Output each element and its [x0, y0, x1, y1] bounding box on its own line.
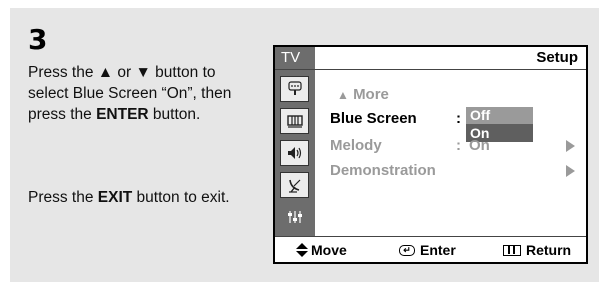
instruction-select: Press the ▲ or ▼ button to select Blue S… — [28, 62, 258, 125]
instruction-text: Press the — [28, 64, 98, 81]
setup-icon[interactable] — [280, 204, 309, 230]
menu-item-blue-screen[interactable]: Blue Screen — [330, 110, 417, 128]
chevron-right-icon — [566, 140, 575, 152]
melody-value: On — [469, 137, 490, 154]
step-number: 3 — [28, 23, 48, 56]
picture-icon[interactable] — [280, 108, 309, 134]
channel-icon[interactable] — [280, 172, 309, 198]
move-updown-icon — [296, 243, 308, 257]
menu-colon: : — [456, 137, 461, 154]
dropdown-option-off[interactable]: Off — [466, 107, 533, 124]
input-icon[interactable] — [280, 76, 309, 102]
sound-icon[interactable] — [280, 140, 309, 166]
instruction-text: button. — [148, 106, 201, 123]
footer-enter: ↵ Enter — [399, 237, 456, 263]
up-arrow-icon: ▲ — [337, 88, 349, 102]
osd-footer: Move ↵ Enter Return — [275, 236, 586, 263]
instruction-text: or — [113, 64, 136, 81]
up-arrow-icon: ▲ — [97, 64, 114, 81]
instruction-exit: Press the EXIT button to exit. — [28, 187, 258, 208]
menu-more[interactable]: ▲ More — [337, 86, 389, 104]
instruction-text: button to exit. — [132, 189, 230, 206]
exit-keyword: EXIT — [97, 189, 133, 206]
enter-keyword: ENTER — [96, 106, 149, 123]
menu-item-melody[interactable]: Melody — [330, 137, 382, 155]
instruction-text: Press the — [28, 189, 98, 206]
enter-icon: ↵ — [399, 244, 415, 256]
osd-header: TV Setup — [275, 47, 586, 70]
menu-title: Setup — [536, 49, 578, 66]
menu-colon: : — [456, 110, 461, 127]
tv-tab: TV — [275, 47, 315, 69]
chevron-right-icon — [566, 165, 575, 177]
return-icon — [503, 244, 521, 256]
menu-item-demonstration[interactable]: Demonstration — [330, 162, 436, 180]
osd-sidebar — [275, 70, 315, 236]
instruction-panel: 3 Press the ▲ or ▼ button to select Blue… — [10, 8, 599, 282]
footer-return: Return — [503, 237, 571, 263]
tv-osd-screen: TV Setup ▲ More Blue Screen : Off On Mel… — [273, 45, 588, 264]
down-arrow-icon: ▼ — [135, 64, 151, 81]
footer-move: Move — [295, 237, 347, 263]
